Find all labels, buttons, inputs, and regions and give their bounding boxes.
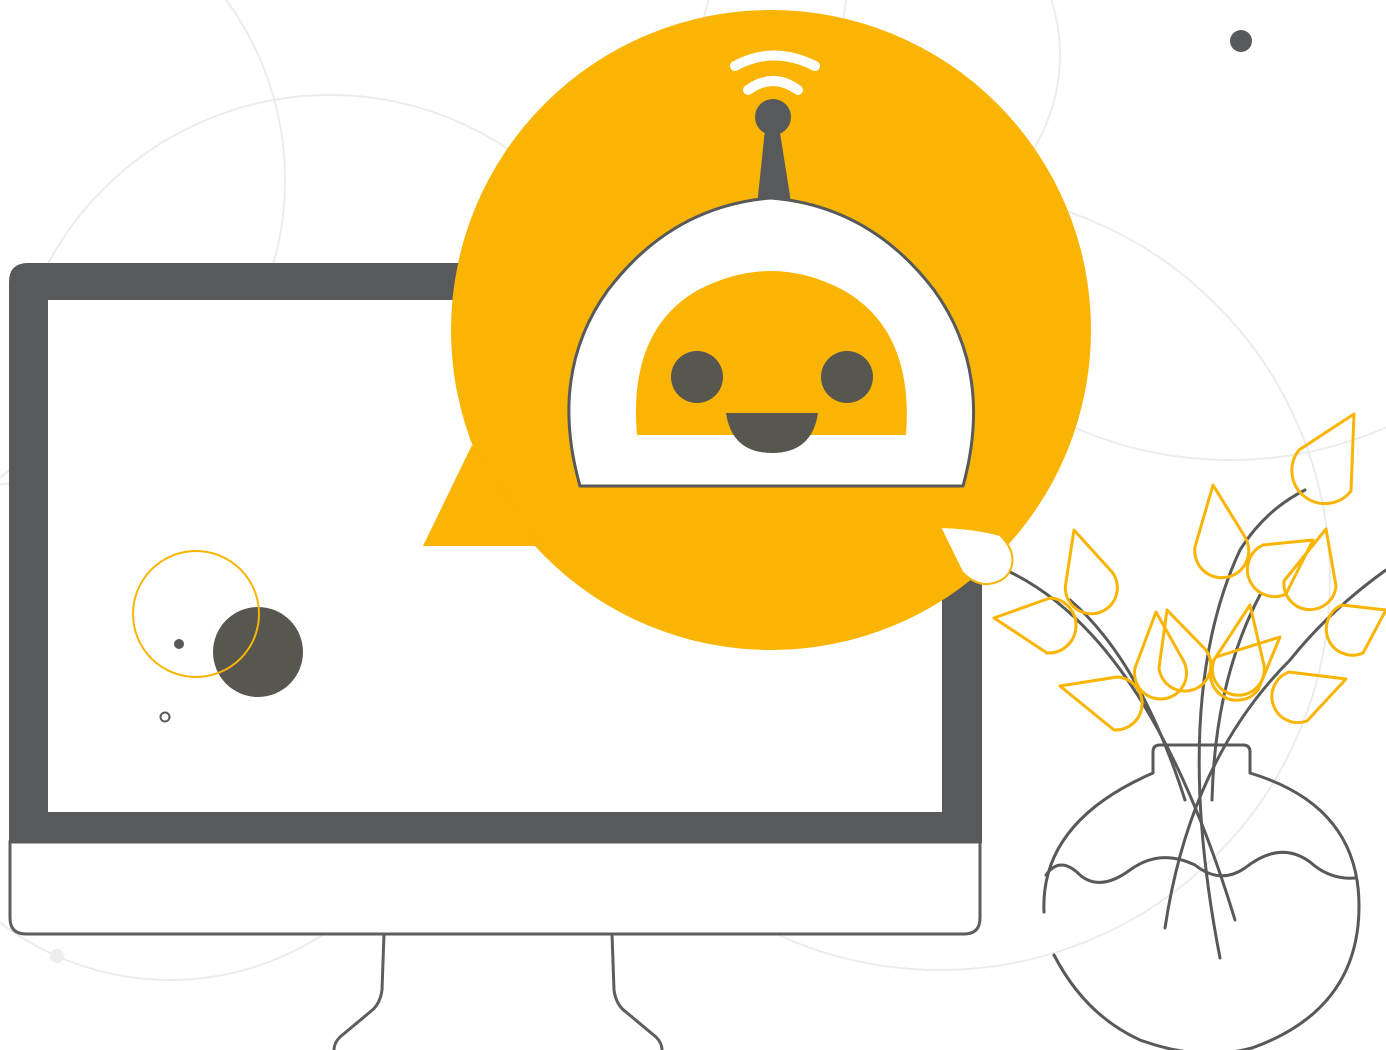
leaf-8 (1245, 538, 1315, 599)
monitor-chin (8, 840, 982, 936)
leaf-2 (1193, 483, 1251, 580)
stand-right-leg (610, 932, 664, 1050)
robot-antenna-tip (755, 99, 791, 135)
robot-right-eye (821, 351, 873, 403)
stand-left-leg (332, 932, 386, 1050)
stem-2 (1197, 488, 1307, 960)
illustration-canvas (0, 0, 1386, 1050)
vase-water-line (1044, 850, 1357, 884)
chatbot-illustration (0, 0, 1386, 1050)
decor-dot-top-right (1230, 30, 1252, 52)
leaf-12 (1270, 670, 1348, 725)
monitor-stand (332, 932, 664, 1050)
leaf-1 (1290, 412, 1356, 506)
screen-small-dot (174, 639, 184, 649)
leaf-11 (1208, 635, 1282, 702)
robot-left-eye (671, 351, 723, 403)
decor-dot-bottom-left (50, 949, 64, 963)
